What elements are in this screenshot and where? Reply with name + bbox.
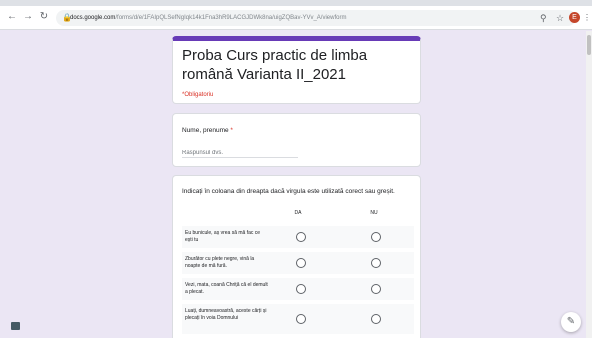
row-label: Luați, dumneavoastră, aceste cărți și pl… — [185, 308, 267, 321]
url-host: docs.google.com — [70, 15, 116, 21]
name-question-card: Nume, prenume * — [172, 113, 421, 167]
menu-dots-icon[interactable]: ⋮ — [583, 12, 591, 23]
grid-row: Zburător cu plete negre, vină la noapte … — [182, 252, 414, 274]
radio-da[interactable] — [296, 284, 306, 294]
zoom-icon[interactable]: ⚲ — [540, 13, 547, 23]
edit-pencil-icon[interactable]: ✎ — [561, 312, 581, 332]
scrollbar[interactable] — [586, 31, 592, 338]
form-header-card: Proba Curs practic de limba română Varia… — [172, 36, 421, 104]
radio-nu[interactable] — [371, 284, 381, 294]
column-header-nu: NU — [370, 210, 378, 216]
radio-nu[interactable] — [371, 258, 381, 268]
feedback-icon[interactable] — [11, 322, 20, 330]
url-path: /forms/d/e/1FAIpQLSefNgIqk14k1Fna3hR9LAC… — [115, 15, 347, 21]
row-label: Eu bunicule, aș vrea să mă fac ce ești t… — [185, 230, 261, 243]
bookmark-star-icon[interactable]: ☆ — [556, 13, 564, 23]
form-title: Proba Curs practic de limba română Varia… — [182, 47, 368, 83]
required-star: * — [230, 127, 233, 134]
url-text: docs.google.com/forms/d/e/1FAIpQLSefNgIq… — [70, 13, 346, 23]
browser-toolbar: ← → ↻ 🔒 docs.google.com/forms/d/e/1FAIpQ… — [0, 6, 592, 30]
name-label-text: Nume, prenume — [182, 127, 229, 134]
radio-nu[interactable] — [371, 314, 381, 324]
row-label: Zburător cu plete negre, vină la noapte … — [185, 256, 255, 269]
radio-da[interactable] — [296, 314, 306, 324]
row-label: Vezi, mata, coană Chriță că el demult a … — [185, 282, 268, 295]
name-answer-input[interactable] — [182, 148, 298, 158]
grid-row: Luați, dumneavoastră, aceste cărți și pl… — [182, 304, 414, 334]
radio-nu[interactable] — [371, 232, 381, 242]
address-bar[interactable]: 🔒 docs.google.com/forms/d/e/1FAIpQLSefNg… — [56, 10, 576, 26]
radio-da[interactable] — [296, 232, 306, 242]
name-question-label: Nume, prenume * — [182, 127, 233, 134]
grid-row: Eu bunicule, aș vrea să mă fac ce ești t… — [182, 226, 414, 248]
grid-question-text: Indicați în coloana din dreapta dacă vir… — [182, 188, 395, 195]
grid-question-card: Indicați în coloana din dreapta dacă vir… — [172, 175, 421, 338]
radio-da[interactable] — [296, 258, 306, 268]
profile-avatar[interactable]: E — [569, 12, 580, 23]
column-header-da: DA — [294, 210, 302, 216]
required-note: *Obligatoriu — [182, 92, 214, 98]
scrollbar-thumb[interactable] — [587, 35, 591, 55]
reload-icon[interactable]: ↻ — [38, 11, 50, 23]
back-icon[interactable]: ← — [6, 11, 18, 23]
forward-icon[interactable]: → — [22, 11, 34, 23]
grid-row: Vezi, mata, coană Chriță că el demult a … — [182, 278, 414, 300]
